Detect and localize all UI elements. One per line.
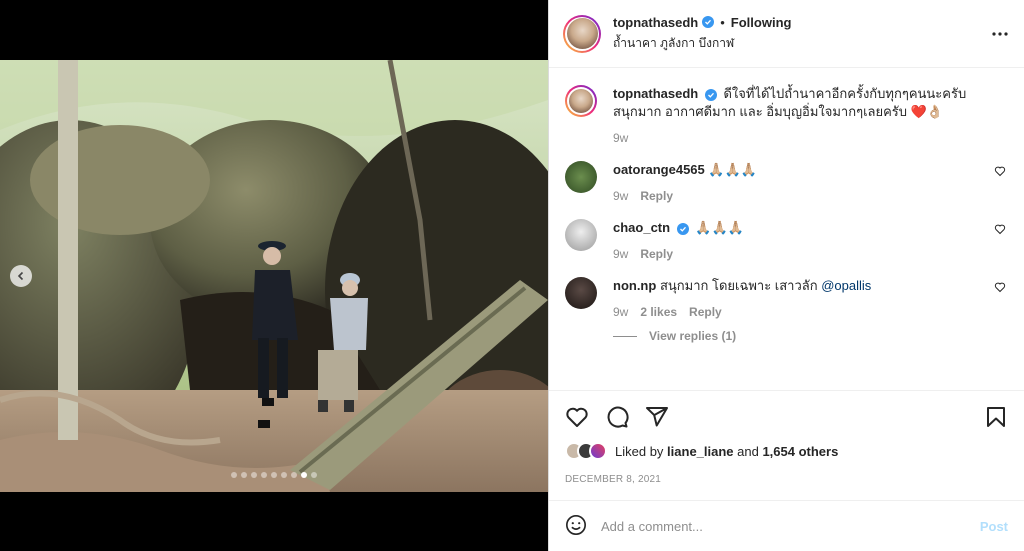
more-horizontal-icon <box>992 32 1008 36</box>
commenter-avatar[interactable] <box>565 277 597 309</box>
location-link[interactable]: ถ้ำนาคา ภูลังกา บึงกาฬ <box>613 34 791 53</box>
carousel-dot <box>261 472 267 478</box>
comment-time: 9w <box>613 189 629 203</box>
add-comment-bar: Post <box>549 500 1024 551</box>
comment-item: non.np สนุกมาก โดยเฉพาะ เสาวลัก @opallis… <box>565 277 1008 319</box>
caption: topnathasedh ดีใจที่ได้ไปถ้ำนาคาอีกครั้ง… <box>565 85 1008 145</box>
comment-likes[interactable]: 2 likes <box>640 305 677 319</box>
chevron-left-icon <box>17 271 24 281</box>
carousel-dot <box>281 472 287 478</box>
comment-button[interactable] <box>605 405 629 442</box>
mention-link[interactable]: @opallis <box>821 278 871 293</box>
following-button[interactable]: Following <box>731 15 792 30</box>
comment-time: 9w <box>613 305 629 319</box>
like-comment-button[interactable] <box>994 223 1006 238</box>
more-options-button[interactable] <box>992 24 1008 39</box>
post-media <box>0 0 548 551</box>
post-photo[interactable] <box>0 60 548 492</box>
carousel-dot <box>241 472 247 478</box>
separator-dot: • <box>720 14 725 30</box>
emoji-button[interactable] <box>565 514 587 539</box>
carousel-indicator <box>0 472 548 478</box>
likes-summary: Liked by liane_liane and 1,654 others <box>565 442 838 460</box>
like-comment-button[interactable] <box>994 165 1006 180</box>
heart-icon <box>994 166 1006 177</box>
like-button[interactable] <box>565 405 589 442</box>
comment-text: สนุกมาก โดยเฉพาะ เสาวลัก <box>659 278 822 293</box>
bookmark-icon <box>987 407 1005 427</box>
verified-badge-icon <box>676 223 689 235</box>
comment-item: chao_ctn 🙏🏼🙏🏼🙏🏼 9w Reply <box>565 219 1008 261</box>
post-date: DECEMBER 8, 2021 <box>565 474 662 485</box>
replies-divider <box>613 335 637 337</box>
carousel-prev-button[interactable] <box>10 265 32 287</box>
reply-button[interactable]: Reply <box>640 189 673 203</box>
share-button[interactable] <box>645 405 669 442</box>
comment-text: 🙏🏼🙏🏼🙏🏼 <box>708 162 757 177</box>
heart-icon <box>994 224 1006 235</box>
save-button[interactable] <box>984 405 1008 442</box>
reply-button[interactable]: Reply <box>689 305 722 319</box>
author-username[interactable]: topnathasedh <box>613 15 698 30</box>
commenter-avatar[interactable] <box>565 219 597 251</box>
hiking-cave-photo <box>0 60 548 492</box>
heart-icon <box>994 282 1006 293</box>
comment-bubble-icon <box>607 406 629 428</box>
liker-username[interactable]: liane_liane <box>667 444 733 459</box>
likes-others-link[interactable]: 1,654 others <box>762 444 838 459</box>
caption-avatar[interactable] <box>565 85 597 117</box>
carousel-dot <box>271 472 277 478</box>
comment-username[interactable]: oatorange4565 <box>613 162 705 177</box>
carousel-dot <box>311 472 317 478</box>
reply-button[interactable]: Reply <box>640 247 673 261</box>
verified-badge-icon <box>704 89 717 101</box>
carousel-dot <box>231 472 237 478</box>
likes-text: Liked by liane_liane and 1,654 others <box>615 444 838 459</box>
commenter-avatar[interactable] <box>565 161 597 193</box>
post-actions <box>549 390 1024 442</box>
comment-username[interactable]: chao_ctn <box>613 220 670 235</box>
caption-username[interactable]: topnathasedh <box>613 86 698 101</box>
post-details-panel: topnathasedh • Following ถ้ำนาคา ภูลังกา… <box>548 0 1024 551</box>
likes-prefix: Liked by <box>615 443 668 459</box>
view-replies-button[interactable]: View replies (1) <box>613 329 1008 343</box>
carousel-dot <box>301 472 307 478</box>
comment-text: 🙏🏼🙏🏼🙏🏼 <box>695 220 744 235</box>
comment-username[interactable]: non.np <box>613 278 656 293</box>
author-avatar[interactable] <box>563 14 601 53</box>
view-replies-label: View replies (1) <box>649 329 737 343</box>
verified-badge-icon <box>702 16 715 28</box>
comment-input[interactable] <box>601 518 980 534</box>
carousel-dot <box>251 472 257 478</box>
like-comment-button[interactable] <box>994 281 1006 296</box>
smiley-icon <box>566 514 586 535</box>
paper-plane-icon <box>646 407 668 427</box>
likes-middle: and <box>733 443 763 459</box>
comment-time: 9w <box>613 247 629 261</box>
post-comment-button[interactable]: Post <box>980 519 1008 534</box>
caption-time: 9w <box>613 131 629 145</box>
comment-item: oatorange4565 🙏🏼🙏🏼🙏🏼 9w Reply <box>565 161 1008 203</box>
carousel-dot <box>291 472 297 478</box>
heart-icon <box>566 407 588 427</box>
post-header: topnathasedh • Following ถ้ำนาคา ภูลังกา… <box>549 0 1024 68</box>
comments-list[interactable]: topnathasedh ดีใจที่ได้ไปถ้ำนาคาอีกครั้ง… <box>549 69 1024 389</box>
liker-avatar[interactable] <box>589 442 607 460</box>
